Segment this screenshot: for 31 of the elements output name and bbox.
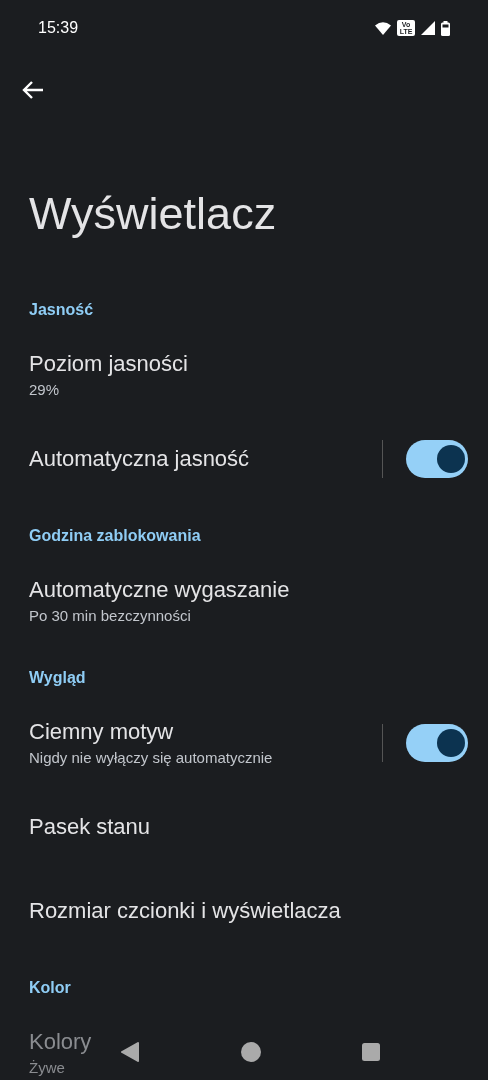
- section-header: Godzina zablokowania: [28, 526, 202, 546]
- section-header: Jasność: [28, 300, 95, 320]
- item-subtitle: 29%: [29, 380, 60, 400]
- back-arrow-icon[interactable]: [22, 80, 44, 100]
- item-title: Poziom jasności: [29, 350, 188, 378]
- wifi-icon: [375, 21, 391, 35]
- item-title: Kolory: [29, 1028, 92, 1056]
- settings-item[interactable]: Ciemny motyw Nigdy nie wyłączy się automatycznie: [0, 701, 488, 785]
- signal-icon: [421, 21, 435, 35]
- section-header: Kolor: [28, 978, 72, 998]
- settings-item[interactable]: Automatyczne wygaszanie Po 30 min bezczynności: [0, 559, 488, 643]
- status-time: 15:39: [38, 19, 79, 37]
- page-title: Wyświetlacz: [28, 187, 278, 241]
- item-title: Pasek stanu: [29, 813, 151, 841]
- settings-item[interactable]: Automatyczna jasność: [0, 417, 488, 501]
- settings-item[interactable]: Poziom jasności 29%: [0, 333, 488, 417]
- item-subtitle: Nigdy nie wyłączy się automatycznie: [29, 748, 273, 768]
- item-title: Automatyczne wygaszanie: [29, 576, 290, 604]
- settings-item[interactable]: Pasek stanu: [0, 785, 488, 869]
- item-subtitle: Żywe: [29, 1058, 65, 1078]
- item-title: Ciemny motyw: [29, 718, 174, 746]
- item-subtitle: Po 30 min bezczynności: [29, 606, 191, 626]
- back-nav-icon[interactable]: [120, 1042, 140, 1062]
- home-nav-icon[interactable]: [241, 1042, 261, 1062]
- section-header: Wygląd: [28, 668, 87, 688]
- battery-icon: [441, 20, 450, 36]
- item-title: Automatyczna jasność: [29, 445, 250, 473]
- settings-item[interactable]: Rozmiar czcionki i wyświetlacza: [0, 869, 488, 953]
- toggle-switch[interactable]: [406, 440, 468, 478]
- item-title: Rozmiar czcionki i wyświetlacza: [29, 897, 341, 925]
- toggle-switch[interactable]: [406, 724, 468, 762]
